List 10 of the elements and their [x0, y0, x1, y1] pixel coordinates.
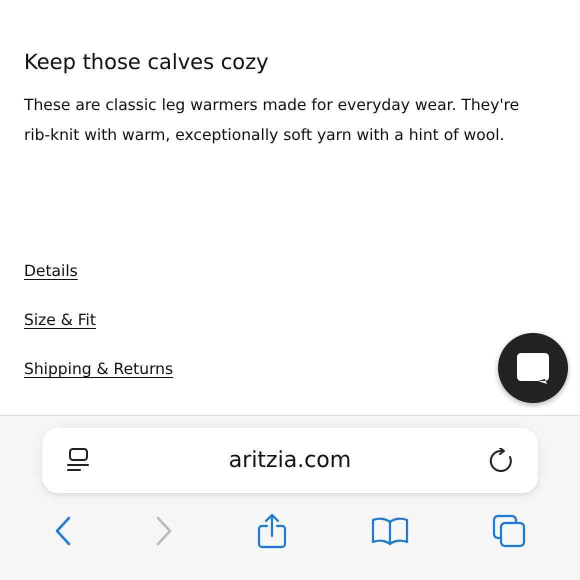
- address-bar[interactable]: aritzia.com: [42, 428, 538, 493]
- section-heading: Keep those calves cozy: [24, 50, 270, 74]
- product-description: These are classic leg warmers made for everyday wear. They're rib-knit with warm, exceptionally soft yarn with a hint of wool.: [24, 95, 520, 146]
- reload-icon[interactable]: [488, 448, 514, 474]
- accordion-link[interactable]: Shipping & Returns: [24, 360, 174, 378]
- accordion-link[interactable]: Size & Fit: [24, 311, 96, 329]
- chat-bubble-icon: [516, 352, 550, 384]
- url-text: aritzia.com: [228, 448, 352, 473]
- accordion-link[interactable]: Details: [24, 262, 78, 280]
- chat-button[interactable]: [498, 333, 568, 403]
